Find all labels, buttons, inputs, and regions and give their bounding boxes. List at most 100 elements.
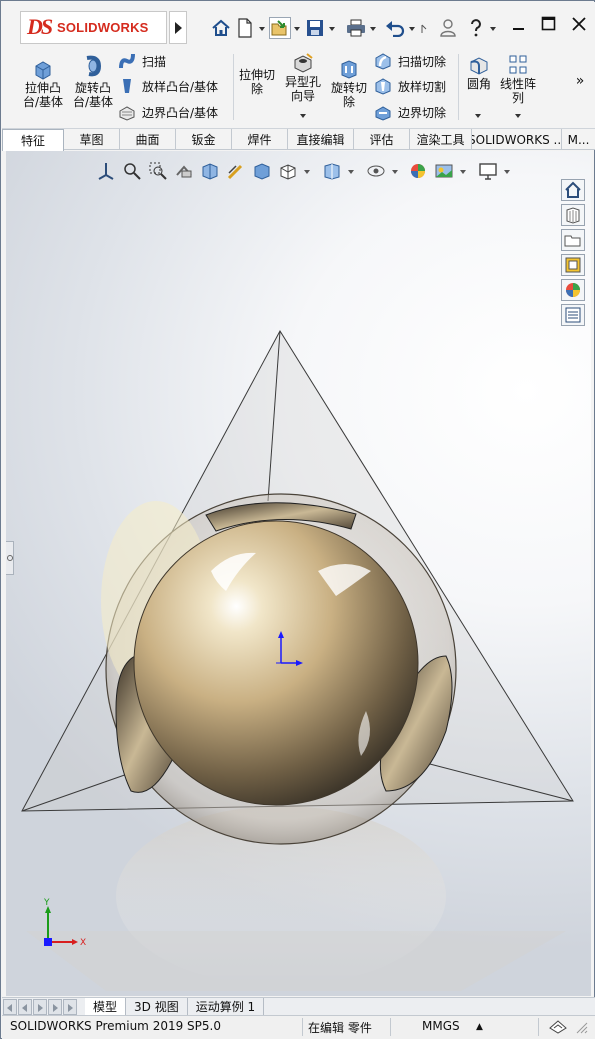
appearances-scenes-icon[interactable] [561,279,585,301]
tab-sketch[interactable]: 草图 [64,129,120,150]
view-settings-dropdown-icon[interactable] [392,161,398,181]
maximize-icon[interactable] [541,16,557,32]
section-view-icon[interactable] [200,161,220,181]
open-dropdown-icon[interactable] [293,17,302,39]
hole-wizard-dropdown-icon[interactable] [300,114,306,118]
scroll-prev-icon[interactable] [18,998,32,1015]
tab-direct-editing[interactable]: 直接编辑 [288,129,354,150]
view-monitor-icon[interactable] [478,161,498,181]
file-explorer-icon[interactable] [561,229,585,251]
unit-system-label[interactable]: MMGS [422,1019,460,1033]
ds-logo-mark: DS [27,14,53,39]
view-palette-icon[interactable] [561,254,585,276]
extruded-boss-button[interactable]: 拉伸凸 台/基体 [20,58,66,109]
dynamic-annotation-icon[interactable] [226,161,246,181]
tab-render-tools[interactable]: 渲染工具 [410,129,472,150]
edit-appearance-icon[interactable] [408,161,428,181]
extruded-boss-label-1: 拉伸凸 [24,81,61,95]
tab-mbd[interactable]: M... [562,129,595,150]
tab-model[interactable]: 模型 [85,998,127,1015]
tab-surfaces[interactable]: 曲面 [120,129,176,150]
resize-grip-icon[interactable] [576,1022,588,1037]
extruded-cut-button[interactable]: 拉伸切 除 [235,68,279,96]
fillet-button[interactable]: 圆角 [462,54,496,91]
revolved-cut-button[interactable]: 旋转切 除 [328,58,370,109]
lofted-boss-label: 放样凸台/基体 [142,79,219,94]
lofted-cut-button[interactable]: 放样切割 [374,77,446,95]
tab-motion-study[interactable]: 运动算例 1 [188,998,265,1015]
fillet-dropdown-icon[interactable] [475,114,481,118]
linear-pattern-dropdown-icon[interactable] [515,114,521,118]
new-document-icon[interactable] [234,17,256,39]
design-library-icon[interactable] [561,204,585,226]
lofted-boss-button[interactable]: 放样凸台/基体 [118,77,218,95]
minimize-icon[interactable] [511,16,527,32]
view-settings-icon[interactable] [366,161,386,181]
lofted-cut-label: 放样切割 [398,79,447,94]
solidworks-logo[interactable]: DS SOLIDWORKS [20,11,167,44]
linear-pattern-label-1: 线性阵 [499,77,536,91]
tab-sheet-metal[interactable]: 钣金 [176,129,232,150]
custom-properties-icon[interactable] [561,304,585,326]
tab-features[interactable]: 特征 [2,129,64,151]
boundary-boss-button[interactable]: 边界凸台/基体 [118,103,218,121]
linear-pattern-button[interactable]: 线性阵 列 [498,54,538,105]
zoom-to-area-icon[interactable] [148,161,168,181]
display-style-dropdown-icon[interactable] [304,161,310,181]
swept-boss-button[interactable]: 扫描 [118,52,166,70]
save-icon[interactable] [304,17,326,39]
scroll-next-icon[interactable] [33,998,47,1015]
zoom-to-fit-icon[interactable] [122,161,142,181]
select-cursor-icon[interactable] [419,17,429,39]
scroll-end-icon[interactable] [63,998,77,1015]
print-icon[interactable] [345,17,367,39]
view-orientation-icon[interactable] [96,161,116,181]
swept-cut-icon [374,52,392,70]
user-account-icon[interactable] [437,17,459,39]
tab-solidworks-addins[interactable]: SOLIDWORKS ... [472,129,562,150]
window-controls [511,16,587,32]
logo-text: SOLIDWORKS [57,20,149,35]
tab-3d-view[interactable]: 3D 视图 [126,998,188,1015]
ribbon-more-button[interactable]: » [573,74,587,88]
editing-status-text: 在编辑 零件 [308,1021,372,1035]
apply-scene-icon[interactable] [434,161,454,181]
status-bar: SOLIDWORKS Premium 2019 SP5.0 在编辑 零件 MMG… [2,1015,595,1039]
view-monitor-dropdown-icon[interactable] [504,161,510,181]
revolved-boss-button[interactable]: 旋转凸 台/基体 [70,54,116,109]
unit-system-up-icon[interactable]: ▲ [476,1022,483,1032]
heads-up-view-toolbar [96,161,510,181]
swept-cut-button[interactable]: 扫描切除 [374,52,446,70]
feature-manager-toggle-handle[interactable] [6,541,14,575]
rebuild-status-icon[interactable] [548,1018,568,1037]
boundary-cut-button[interactable]: 边界切除 [374,103,446,121]
hide-show-items-icon[interactable] [322,161,342,181]
scroll-last-icon[interactable] [48,998,62,1015]
close-icon[interactable] [571,16,587,32]
quick-access-toolbar [210,14,498,42]
help-icon[interactable] [465,17,487,39]
apply-scene-dropdown-icon[interactable] [460,161,466,181]
hide-show-dropdown-icon[interactable] [348,161,354,181]
new-dropdown-icon[interactable] [258,17,267,39]
undo-icon[interactable] [384,17,406,39]
open-document-icon[interactable] [269,17,291,39]
menu-expand-arrow[interactable] [169,11,187,44]
print-dropdown-icon[interactable] [369,17,378,39]
help-dropdown-icon[interactable] [489,17,498,39]
solidworks-resources-icon[interactable] [561,179,585,201]
save-dropdown-icon[interactable] [328,17,337,39]
view-orientation-cube-icon[interactable] [252,161,272,181]
previous-view-icon[interactable] [174,161,194,181]
hole-wizard-icon [292,52,314,74]
undo-dropdown-icon[interactable] [408,17,417,39]
linear-pattern-label-2: 列 [511,91,524,105]
tab-weldments[interactable]: 焊件 [232,129,288,150]
hole-wizard-button[interactable]: 异型孔 向导 [283,52,323,103]
graphics-area[interactable]: Y X [6,151,591,996]
display-style-icon[interactable] [278,161,298,181]
scroll-first-icon[interactable] [3,998,17,1015]
tab-evaluate[interactable]: 评估 [354,129,410,150]
home-icon[interactable] [210,17,232,39]
extruded-boss-label-2: 台/基体 [22,95,64,109]
